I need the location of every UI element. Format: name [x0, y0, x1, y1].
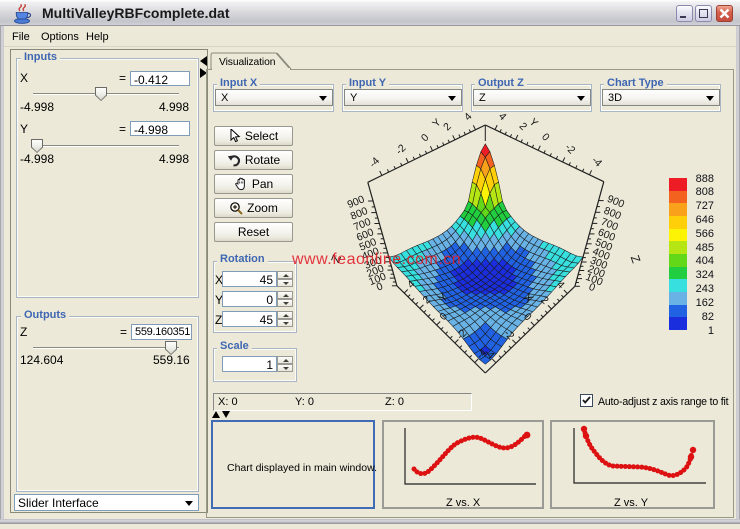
- svg-text:0: 0: [539, 131, 552, 144]
- svg-text:Z: Z: [628, 253, 644, 265]
- svg-text:-2: -2: [562, 141, 577, 156]
- svg-text:4: 4: [462, 110, 475, 123]
- svg-text:-4: -4: [589, 154, 604, 169]
- svg-text:2: 2: [517, 120, 530, 133]
- svg-text:2: 2: [441, 121, 454, 134]
- svg-text:4: 4: [496, 110, 509, 123]
- svg-text:-2: -2: [393, 142, 408, 157]
- svg-text:Y: Y: [430, 116, 443, 129]
- svg-text:Y: Y: [527, 116, 540, 129]
- svg-text:0: 0: [419, 131, 432, 144]
- svg-text:-4: -4: [367, 155, 382, 170]
